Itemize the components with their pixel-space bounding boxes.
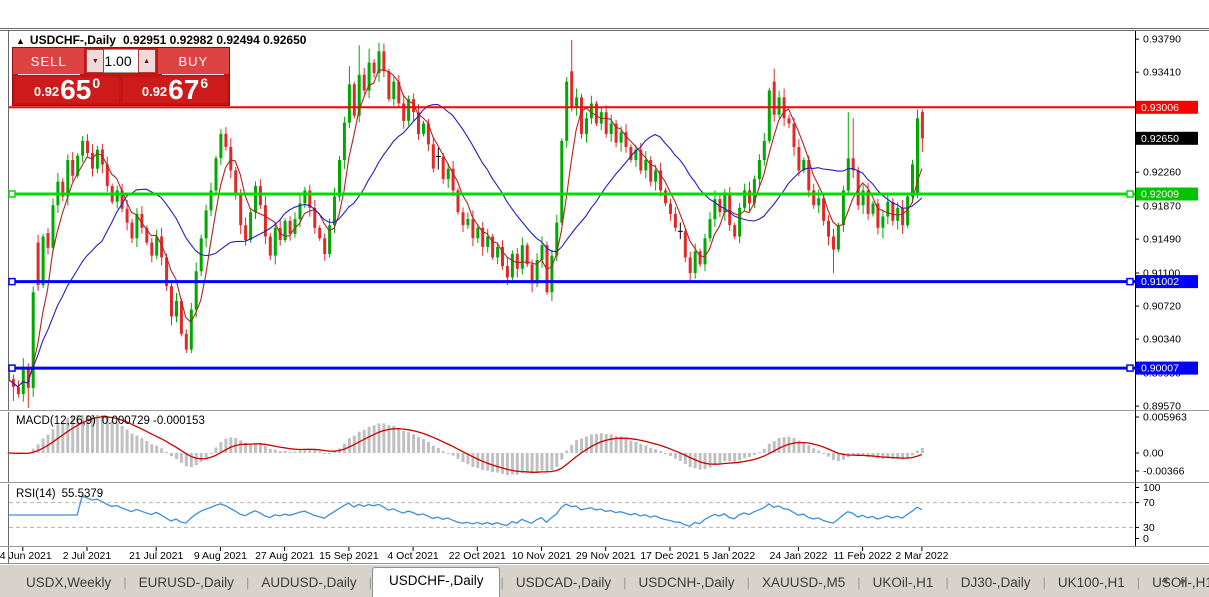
terminal-window: 15M30H1H4D1W1MN 0.937900.934100.922600.9…: [0, 0, 1209, 597]
svg-text:0.92260: 0.92260: [1143, 167, 1181, 179]
price-label-0.93006: 0.93006: [1136, 100, 1198, 114]
chart-tab-usdx-weekly[interactable]: USDX,Weekly: [14, 570, 123, 597]
one-click-trading-panel: SELL ▼ 1.00 ▲ BUY 0.92 65 0 0.92 67 6: [12, 47, 230, 106]
tab-scroll-right-icon[interactable]: ►: [1179, 576, 1199, 587]
chart-ohlc-values: 0.92951 0.92982 0.92494 0.92650: [122, 33, 307, 47]
svg-text:17 Dec 2021: 17 Dec 2021: [640, 550, 700, 562]
price-label-0.92650: 0.92650: [1136, 131, 1198, 145]
price-label-0.90007: 0.90007: [1136, 361, 1198, 375]
chart-tab-usdcad-daily[interactable]: USDCAD-,Daily: [504, 570, 623, 597]
macd-values: 0.000729 -0.000153: [101, 415, 205, 427]
svg-text:0.93006: 0.93006: [1141, 102, 1179, 114]
svg-text:24 Jan 2022: 24 Jan 2022: [769, 550, 827, 562]
spinner-down-icon: ▼: [91, 57, 99, 65]
chart-symbol-label: USDCHF-,Daily: [29, 33, 116, 47]
svg-text:70: 70: [1143, 497, 1155, 509]
svg-text:0.90340: 0.90340: [1143, 334, 1181, 346]
date-axis: 14 Jun 2021 2 Jul 2021 21 Jul 2021 9 Aug 20…: [0, 547, 949, 562]
svg-text:5 Jan 2022: 5 Jan 2022: [703, 550, 755, 562]
chart-tab-audusd-daily[interactable]: AUDUSD-,Daily: [249, 570, 368, 597]
svg-text:0.91870: 0.91870: [1143, 201, 1181, 213]
svg-text:0.005963: 0.005963: [1143, 412, 1187, 424]
spinner-up-icon: ▲: [143, 57, 151, 65]
svg-text:29 Nov 2021: 29 Nov 2021: [576, 550, 636, 562]
rsi-value: 55.5379: [61, 488, 104, 500]
sell-price-display[interactable]: 0.92 65 0: [15, 74, 119, 105]
chart-tab-eurusd-daily[interactable]: EURUSD-,Daily: [127, 570, 246, 597]
svg-text:-0.00366: -0.00366: [1143, 466, 1185, 478]
chart-tab-uk100-h1[interactable]: UK100-,H1: [1046, 570, 1137, 597]
svg-text:0: 0: [1143, 533, 1149, 545]
buy-button[interactable]: BUY: [157, 48, 229, 74]
svg-text:100: 100: [1143, 482, 1161, 494]
svg-text:14 Jun 2021: 14 Jun 2021: [0, 550, 52, 562]
chart-ohlc-title: ▲ USDCHF-,Daily 0.92951 0.92982 0.92494 0.…: [16, 33, 306, 47]
svg-text:0.90720: 0.90720: [1143, 301, 1181, 313]
chart-tab-ukoil-h1[interactable]: UKOil-,H1: [861, 570, 946, 597]
chart-tab-bar: USDX,Weekly | EURUSD-,Daily | AUDUSD-,Daily |…: [0, 564, 1209, 597]
chart-tab-usdchf-daily[interactable]: USDCHF-,Daily: [371, 567, 501, 597]
svg-text:0.90007: 0.90007: [1141, 363, 1179, 375]
svg-text:0.92009: 0.92009: [1141, 189, 1179, 201]
svg-text:9 Aug 2021: 9 Aug 2021: [194, 550, 247, 562]
svg-text:10 Nov 2021: 10 Nov 2021: [512, 550, 572, 562]
svg-text:2 Jul 2021: 2 Jul 2021: [63, 550, 112, 562]
sell-price-main: 65: [60, 74, 92, 105]
volume-increase-button[interactable]: ▲: [137, 49, 156, 73]
sell-price-pip: 0: [92, 75, 101, 91]
svg-text:11 Feb 2022: 11 Feb 2022: [834, 550, 892, 562]
svg-text:27 Aug 2021: 27 Aug 2021: [255, 550, 314, 562]
svg-text:4 Oct 2021: 4 Oct 2021: [387, 550, 439, 562]
svg-text:0.93410: 0.93410: [1143, 67, 1181, 79]
chart-tab-usdcnh-daily[interactable]: USDCNH-,Daily: [627, 570, 747, 597]
tab-scroll-arrows: ◄►: [1159, 576, 1199, 587]
svg-text:15 Sep 2021: 15 Sep 2021: [319, 550, 379, 562]
svg-text:2 Mar 2022: 2 Mar 2022: [895, 550, 948, 562]
buy-price-display[interactable]: 0.92 67 6: [123, 74, 227, 105]
sell-price-prefix: 0.92: [33, 84, 60, 99]
price-label-0.91002: 0.91002: [1136, 275, 1198, 289]
volume-input[interactable]: 1.00: [104, 49, 138, 73]
macd-label: MACD(12,26,9) 0.000729 -0.000153: [16, 415, 205, 427]
price-label-0.92009: 0.92009: [1136, 187, 1198, 201]
svg-text:22 Oct 2021: 22 Oct 2021: [449, 550, 506, 562]
svg-text:0.91490: 0.91490: [1143, 234, 1181, 246]
sell-button[interactable]: SELL: [13, 48, 85, 74]
buy-price-main: 67: [168, 74, 200, 105]
buy-price-pip: 6: [200, 75, 209, 91]
svg-text:0.92650: 0.92650: [1141, 133, 1179, 145]
tab-scroll-left-icon[interactable]: ◄: [1159, 576, 1179, 587]
svg-text:0.93790: 0.93790: [1143, 34, 1181, 46]
chart-tab-xauusd-m5[interactable]: XAUUSD-,M5: [750, 570, 857, 597]
rsi-label: RSI(14) 55.5379: [16, 488, 104, 500]
svg-text:21 Jul 2021: 21 Jul 2021: [129, 550, 183, 562]
chart-tab-dj30-daily[interactable]: DJ30-,Daily: [949, 570, 1043, 597]
svg-text:0.00: 0.00: [1143, 448, 1164, 460]
buy-price-prefix: 0.92: [141, 84, 168, 99]
collapse-icon[interactable]: ▲: [16, 36, 25, 46]
svg-text:0.91002: 0.91002: [1141, 276, 1179, 288]
volume-decrease-button[interactable]: ▼: [86, 49, 105, 73]
